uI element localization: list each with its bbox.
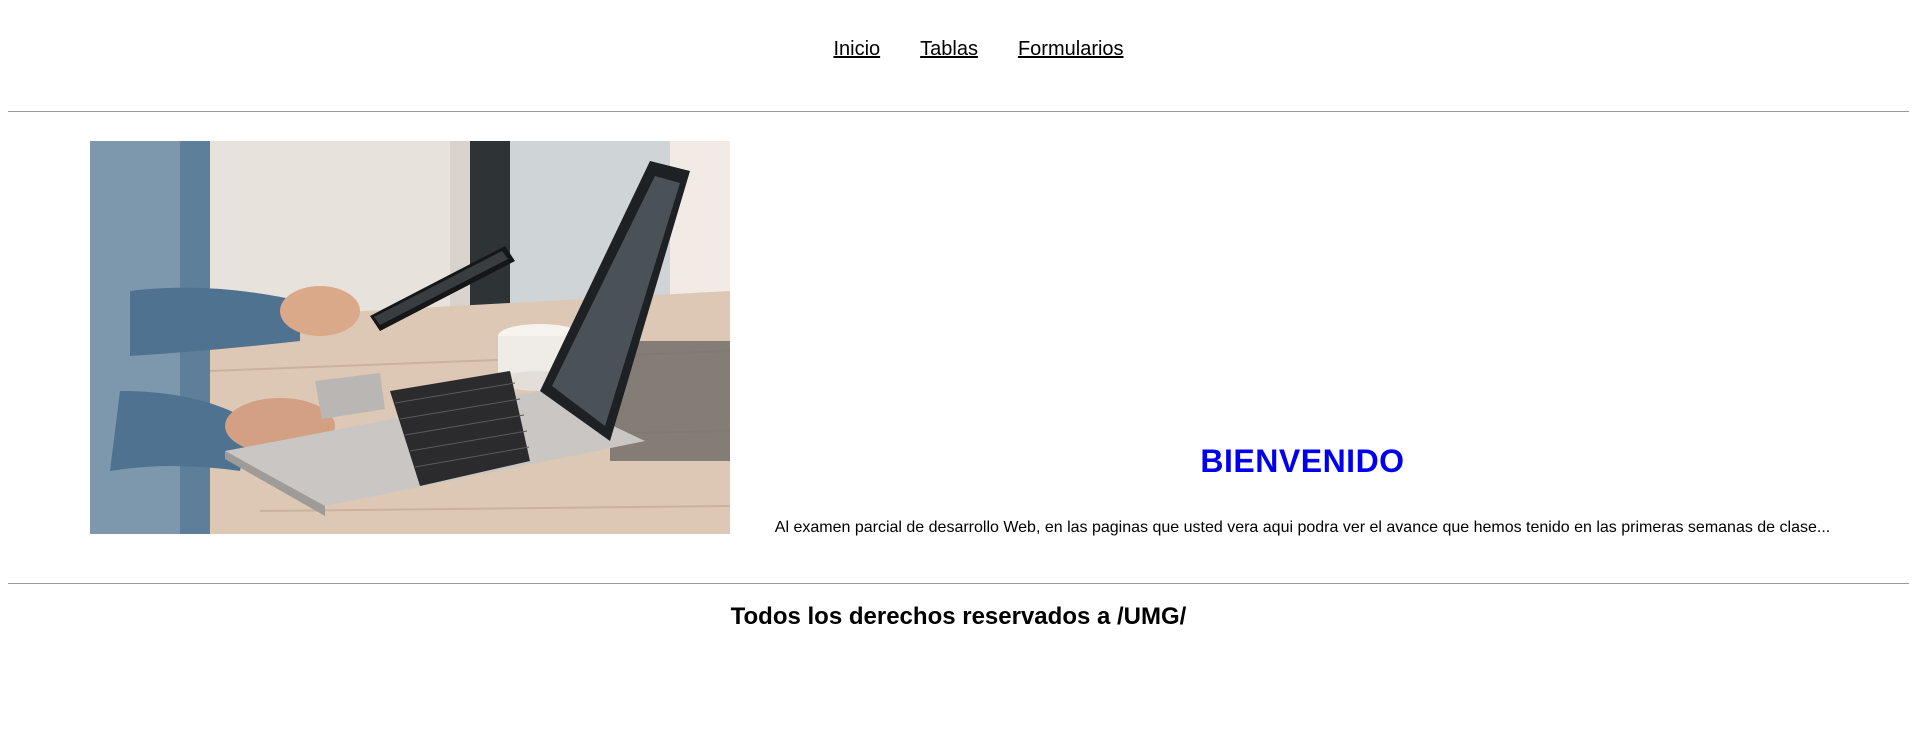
hero-photo	[90, 141, 730, 534]
nav-link-tablas[interactable]: Tablas	[920, 38, 978, 61]
page: Inicio Tablas Formularios BIENVENIDO Al …	[0, 0, 1917, 744]
footer-copyright: Todos los derechos reservados a /UMG/	[730, 603, 1187, 630]
bottom-divider	[8, 583, 1909, 584]
nav-link-inicio[interactable]: Inicio	[833, 38, 880, 61]
welcome-paragraph: Al examen parcial de desarrollo Web, en …	[774, 519, 1831, 536]
top-nav: Inicio Tablas Formularios	[0, 38, 1917, 61]
welcome-title: BIENVENIDO	[1200, 443, 1405, 479]
top-divider	[8, 111, 1909, 112]
nav-link-formularios[interactable]: Formularios	[1018, 38, 1124, 61]
